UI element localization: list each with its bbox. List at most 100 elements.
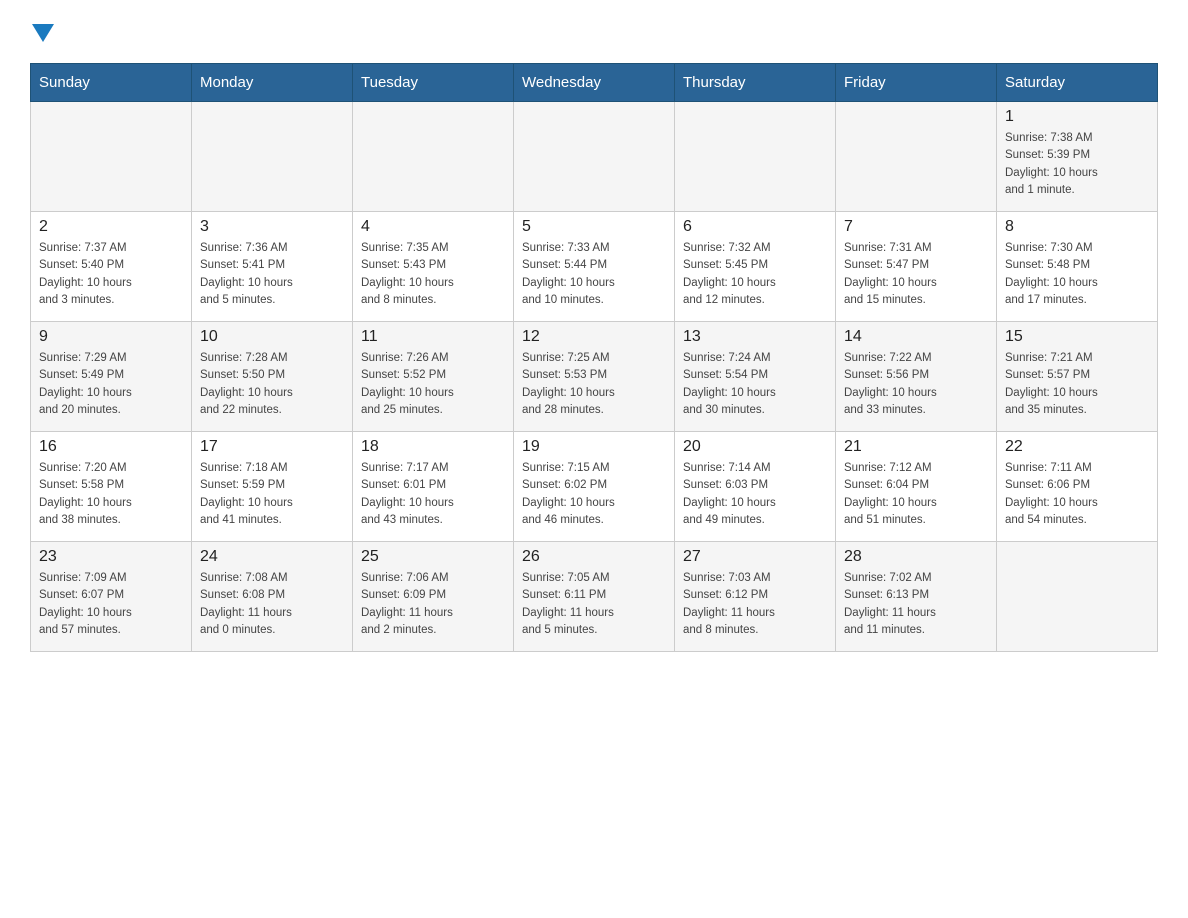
calendar-cell: 7Sunrise: 7:31 AM Sunset: 5:47 PM Daylig… [836, 212, 997, 322]
calendar-cell: 21 Sunrise: 7:12 AM Sunset: 6:04 PM Dayli… [836, 432, 997, 542]
day-number: 25 [361, 548, 505, 566]
day-info: Sunrise: 7:20 AM Sunset: 5:58 PM Dayligh… [39, 460, 183, 529]
day-number: 13 [683, 328, 827, 346]
day-info: Sunrise: 7:32 AM Sunset: 5:45 PM Dayligh… [683, 240, 827, 309]
day-number: 26 [522, 548, 666, 566]
calendar-cell: 11Sunrise: 7:26 AM Sunset: 5:52 PM Dayli… [353, 322, 514, 432]
day-info: Sunrise: 7:15 AM Sunset: 6:02 PM Dayligh… [522, 460, 666, 529]
day-number: 19 [522, 438, 666, 456]
day-info: Sunrise: 7:12 AM Sunset: 6:04 PM Dayligh… [844, 460, 988, 529]
calendar-week-row: 16Sunrise: 7:20 AM Sunset: 5:58 PM Dayli… [31, 432, 1158, 542]
day-number: 18 [361, 438, 505, 456]
day-info: Sunrise: 7:25 AM Sunset: 5:53 PM Dayligh… [522, 350, 666, 419]
day-number: 3 [200, 218, 344, 236]
calendar-cell [997, 542, 1158, 652]
calendar-cell: 18 Sunrise: 7:17 AM Sunset: 6:01 PM Dayli… [353, 432, 514, 542]
calendar-cell: 15 Sunrise: 7:21 AM Sunset: 5:57 PM Dayli… [997, 322, 1158, 432]
logo [30, 20, 54, 47]
day-number: 8 [1005, 218, 1149, 236]
calendar-table: SundayMondayTuesdayWednesdayThursdayFrid… [30, 63, 1158, 652]
calendar-cell: 4 Sunrise: 7:35 AM Sunset: 5:43 PM Daylig… [353, 212, 514, 322]
calendar-cell: 1 Sunrise: 7:38 AM Sunset: 5:39 PM Daylig… [997, 102, 1158, 212]
calendar-header-row: SundayMondayTuesdayWednesdayThursdayFrid… [31, 64, 1158, 102]
day-number: 24 [200, 548, 344, 566]
day-number: 15 [1005, 328, 1149, 346]
day-number: 14 [844, 328, 988, 346]
day-number: 27 [683, 548, 827, 566]
day-number: 22 [1005, 438, 1149, 456]
calendar-cell: 6 Sunrise: 7:32 AM Sunset: 5:45 PM Daylig… [675, 212, 836, 322]
calendar-cell: 23Sunrise: 7:09 AM Sunset: 6:07 PM Dayli… [31, 542, 192, 652]
calendar-cell: 27 Sunrise: 7:03 AM Sunset: 6:12 PM Dayli… [675, 542, 836, 652]
calendar-week-row: 2Sunrise: 7:37 AM Sunset: 5:40 PM Daylig… [31, 212, 1158, 322]
day-info: Sunrise: 7:36 AM Sunset: 5:41 PM Dayligh… [200, 240, 344, 309]
weekday-header-sunday: Sunday [31, 64, 192, 102]
page-header [30, 20, 1158, 47]
weekday-header-thursday: Thursday [675, 64, 836, 102]
day-info: Sunrise: 7:11 AM Sunset: 6:06 PM Dayligh… [1005, 460, 1149, 529]
day-number: 4 [361, 218, 505, 236]
weekday-header-wednesday: Wednesday [514, 64, 675, 102]
calendar-cell: 2Sunrise: 7:37 AM Sunset: 5:40 PM Daylig… [31, 212, 192, 322]
day-number: 28 [844, 548, 988, 566]
day-number: 5 [522, 218, 666, 236]
calendar-cell: 14 Sunrise: 7:22 AM Sunset: 5:56 PM Dayli… [836, 322, 997, 432]
day-number: 1 [1005, 108, 1149, 126]
day-info: Sunrise: 7:28 AM Sunset: 5:50 PM Dayligh… [200, 350, 344, 419]
day-info: Sunrise: 7:30 AM Sunset: 5:48 PM Dayligh… [1005, 240, 1149, 309]
day-info: Sunrise: 7:02 AM Sunset: 6:13 PM Dayligh… [844, 570, 988, 639]
calendar-cell: 16Sunrise: 7:20 AM Sunset: 5:58 PM Dayli… [31, 432, 192, 542]
calendar-cell [836, 102, 997, 212]
day-number: 6 [683, 218, 827, 236]
calendar-cell [514, 102, 675, 212]
day-info: Sunrise: 7:29 AM Sunset: 5:49 PM Dayligh… [39, 350, 183, 419]
day-number: 2 [39, 218, 183, 236]
calendar-cell: 12 Sunrise: 7:25 AM Sunset: 5:53 PM Dayli… [514, 322, 675, 432]
calendar-cell: 24 Sunrise: 7:08 AM Sunset: 6:08 PM Dayli… [192, 542, 353, 652]
calendar-cell: 8 Sunrise: 7:30 AM Sunset: 5:48 PM Daylig… [997, 212, 1158, 322]
day-info: Sunrise: 7:17 AM Sunset: 6:01 PM Dayligh… [361, 460, 505, 529]
calendar-cell: 9 Sunrise: 7:29 AM Sunset: 5:49 PM Daylig… [31, 322, 192, 432]
day-info: Sunrise: 7:24 AM Sunset: 5:54 PM Dayligh… [683, 350, 827, 419]
calendar-cell: 13 Sunrise: 7:24 AM Sunset: 5:54 PM Dayli… [675, 322, 836, 432]
calendar-cell: 3 Sunrise: 7:36 AM Sunset: 5:41 PM Daylig… [192, 212, 353, 322]
calendar-cell: 26 Sunrise: 7:05 AM Sunset: 6:11 PM Dayli… [514, 542, 675, 652]
calendar-cell: 19 Sunrise: 7:15 AM Sunset: 6:02 PM Dayli… [514, 432, 675, 542]
day-number: 12 [522, 328, 666, 346]
day-info: Sunrise: 7:33 AM Sunset: 5:44 PM Dayligh… [522, 240, 666, 309]
day-info: Sunrise: 7:03 AM Sunset: 6:12 PM Dayligh… [683, 570, 827, 639]
weekday-header-friday: Friday [836, 64, 997, 102]
day-info: Sunrise: 7:05 AM Sunset: 6:11 PM Dayligh… [522, 570, 666, 639]
calendar-cell: 25 Sunrise: 7:06 AM Sunset: 6:09 PM Dayli… [353, 542, 514, 652]
calendar-week-row: 23Sunrise: 7:09 AM Sunset: 6:07 PM Dayli… [31, 542, 1158, 652]
day-info: Sunrise: 7:35 AM Sunset: 5:43 PM Dayligh… [361, 240, 505, 309]
calendar-cell: 28 Sunrise: 7:02 AM Sunset: 6:13 PM Dayli… [836, 542, 997, 652]
calendar-cell [31, 102, 192, 212]
day-info: Sunrise: 7:06 AM Sunset: 6:09 PM Dayligh… [361, 570, 505, 639]
day-number: 21 [844, 438, 988, 456]
logo-triangle-icon [32, 24, 54, 42]
calendar-cell: 22 Sunrise: 7:11 AM Sunset: 6:06 PM Dayli… [997, 432, 1158, 542]
day-info: Sunrise: 7:26 AM Sunset: 5:52 PM Dayligh… [361, 350, 505, 419]
calendar-cell: 5 Sunrise: 7:33 AM Sunset: 5:44 PM Daylig… [514, 212, 675, 322]
day-info: Sunrise: 7:14 AM Sunset: 6:03 PM Dayligh… [683, 460, 827, 529]
calendar-cell [192, 102, 353, 212]
day-number: 9 [39, 328, 183, 346]
calendar-week-row: 1 Sunrise: 7:38 AM Sunset: 5:39 PM Daylig… [31, 102, 1158, 212]
calendar-cell: 10Sunrise: 7:28 AM Sunset: 5:50 PM Dayli… [192, 322, 353, 432]
day-info: Sunrise: 7:21 AM Sunset: 5:57 PM Dayligh… [1005, 350, 1149, 419]
weekday-header-tuesday: Tuesday [353, 64, 514, 102]
calendar-cell [675, 102, 836, 212]
day-info: Sunrise: 7:38 AM Sunset: 5:39 PM Dayligh… [1005, 130, 1149, 199]
day-number: 20 [683, 438, 827, 456]
day-number: 23 [39, 548, 183, 566]
day-number: 17 [200, 438, 344, 456]
weekday-header-saturday: Saturday [997, 64, 1158, 102]
weekday-header-monday: Monday [192, 64, 353, 102]
day-info: Sunrise: 7:31 AM Sunset: 5:47 PM Dayligh… [844, 240, 988, 309]
day-info: Sunrise: 7:08 AM Sunset: 6:08 PM Dayligh… [200, 570, 344, 639]
day-info: Sunrise: 7:18 AM Sunset: 5:59 PM Dayligh… [200, 460, 344, 529]
day-info: Sunrise: 7:22 AM Sunset: 5:56 PM Dayligh… [844, 350, 988, 419]
calendar-week-row: 9 Sunrise: 7:29 AM Sunset: 5:49 PM Daylig… [31, 322, 1158, 432]
calendar-cell [353, 102, 514, 212]
